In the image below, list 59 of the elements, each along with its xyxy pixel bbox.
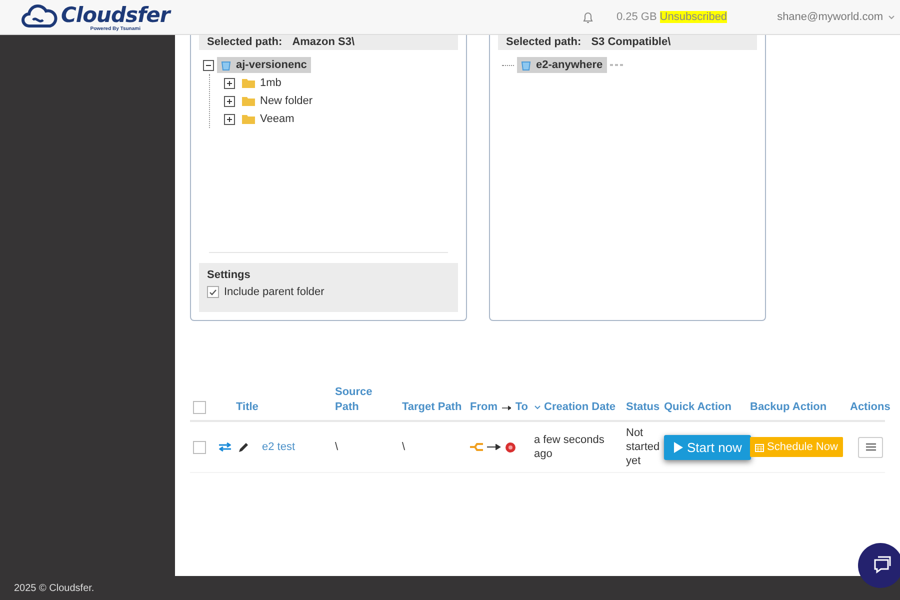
- selected-path: Amazon S3\: [292, 36, 355, 48]
- column-header[interactable]: Creation Date: [534, 400, 616, 415]
- tree-node[interactable]: Veeam: [238, 111, 298, 127]
- column-header[interactable]: Status: [626, 400, 660, 415]
- copyright-text: 2025 © Cloudsfer.: [14, 582, 94, 594]
- column-header[interactable]: Title: [236, 400, 258, 415]
- column-header[interactable]: Target Path: [402, 400, 462, 415]
- folder-icon: [242, 96, 255, 106]
- path-label: Selected path:: [207, 36, 282, 48]
- bucket-icon: [221, 60, 231, 70]
- menu-icon: [866, 443, 876, 451]
- select-all-checkbox[interactable]: [193, 400, 206, 414]
- expand-toggle-icon[interactable]: [224, 114, 235, 124]
- target-service-icon: [505, 442, 516, 452]
- table-cell: Not started yet: [626, 427, 660, 467]
- tree-node[interactable]: e2-anywhere: [517, 57, 607, 73]
- expand-toggle-icon[interactable]: [224, 96, 235, 106]
- schedule-now-button[interactable]: Schedule Now: [750, 437, 843, 457]
- caret-icon: [534, 405, 541, 410]
- pencil-icon[interactable]: [238, 442, 249, 452]
- checkbox[interactable]: [207, 286, 219, 298]
- folder-icon: [242, 78, 255, 88]
- selected-path: S3 Compatible\: [591, 36, 671, 48]
- column-header[interactable]: Source Path: [335, 385, 396, 415]
- swap-arrows-icon: [219, 442, 231, 452]
- arrow-icon: [502, 404, 512, 410]
- row-checkbox[interactable]: [193, 440, 206, 454]
- bucket-icon: [521, 60, 531, 70]
- tree-node[interactable]: 1mb: [238, 75, 286, 91]
- settings-title: Settings: [207, 269, 252, 281]
- storage-usage: 0.25 GB: [616, 11, 657, 23]
- folder-icon: [242, 114, 255, 124]
- table-cell: a few seconds ago: [534, 434, 604, 460]
- plan-status: Unsubscribed: [660, 11, 728, 23]
- calendar-icon: [755, 442, 764, 452]
- tree-node[interactable]: New folder: [238, 93, 317, 109]
- column-header[interactable]: Quick Action: [664, 400, 732, 415]
- play-icon: [673, 442, 683, 452]
- table-cell: \: [402, 441, 406, 453]
- checkbox-label: Include parent folder: [224, 286, 324, 298]
- arrow-icon: [487, 444, 501, 450]
- path-label: Selected path:: [506, 36, 582, 48]
- job-title-link[interactable]: e2 test: [262, 440, 296, 454]
- actions-menu-button[interactable]: [858, 436, 883, 458]
- caret-icon: [888, 14, 895, 20]
- column-header[interactable]: To: [515, 400, 528, 415]
- user-menu[interactable]: shane@myworld.com: [777, 11, 895, 23]
- collapse-toggle-icon[interactable]: [203, 60, 214, 70]
- tree-node[interactable]: aj-versionenc: [217, 57, 311, 73]
- logo-text: Cloudsfer: [61, 2, 170, 26]
- table-cell: \: [335, 441, 338, 453]
- source-service-icon: [470, 442, 483, 452]
- start-now-button[interactable]: Start now: [664, 434, 751, 460]
- expand-toggle-icon[interactable]: [224, 78, 235, 88]
- column-header[interactable]: From: [470, 400, 498, 415]
- column-header[interactable]: Backup Action: [750, 400, 827, 415]
- column-header[interactable]: Actions: [850, 400, 890, 415]
- cloud-logo-icon: [20, 4, 58, 30]
- bell-icon[interactable]: [582, 10, 594, 24]
